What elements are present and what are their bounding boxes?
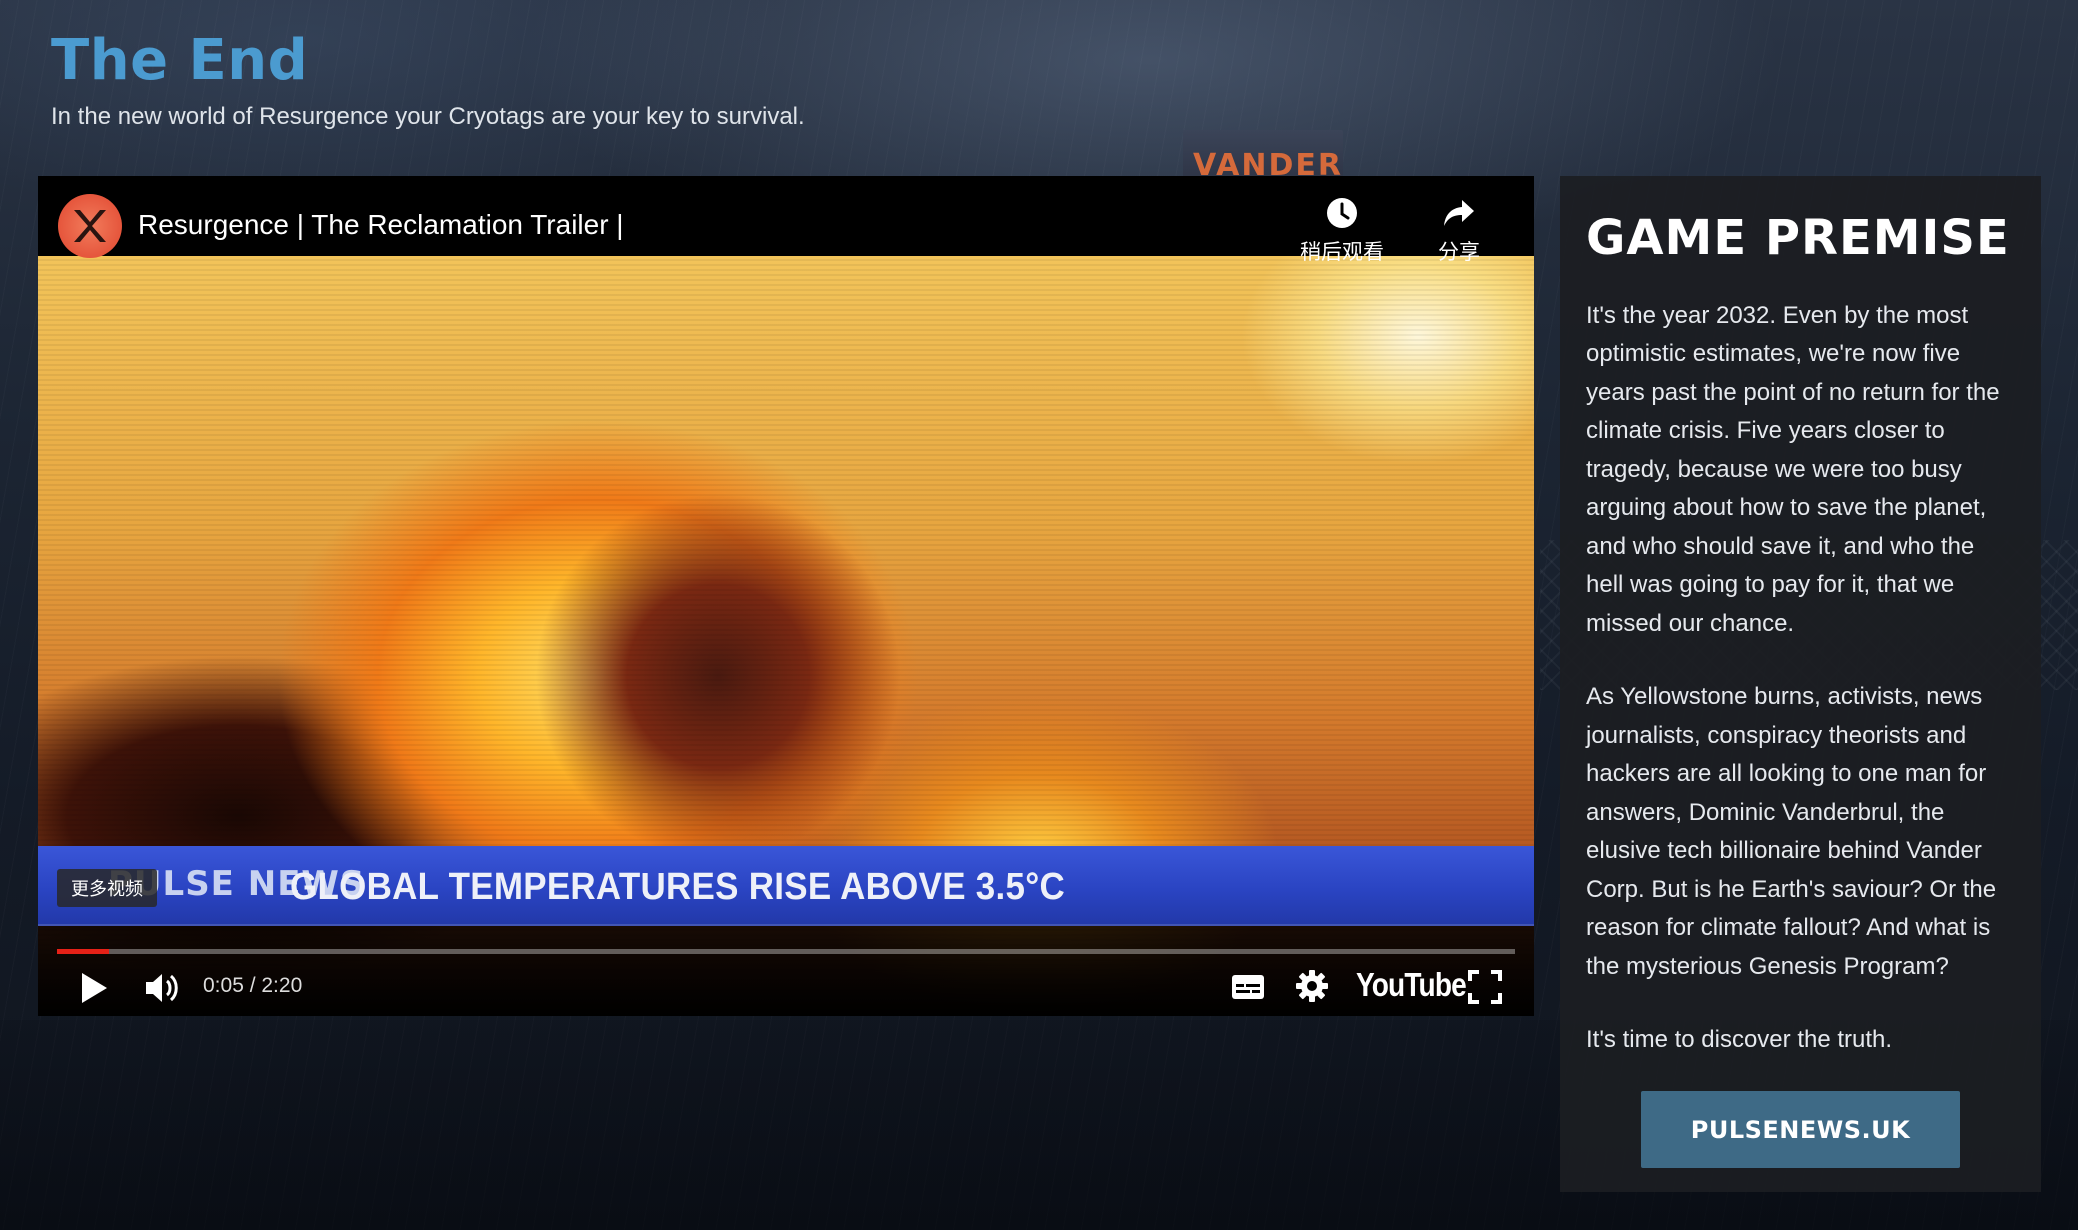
more-videos-button[interactable]: 更多视频 xyxy=(57,869,157,907)
play-icon[interactable] xyxy=(78,970,110,1006)
page-subtitle: In the new world of Resurgence your Cryo… xyxy=(51,103,805,130)
fullscreen-icon[interactable] xyxy=(1468,970,1502,1004)
premise-paragraph-1: It's the year 2032. Even by the most opt… xyxy=(1586,301,2000,637)
watch-later-label: 稍后观看 xyxy=(1300,240,1384,264)
news-banner: PULSE NEWS GLOBAL TEMPERATURES RISE ABOV… xyxy=(38,846,1534,926)
premise-paragraph-3: It's time to discover the truth. xyxy=(1586,1026,1893,1054)
youtube-logo[interactable]: YouTube xyxy=(1356,966,1467,1004)
settings-icon[interactable] xyxy=(1295,969,1329,1003)
volume-icon[interactable] xyxy=(142,968,182,1008)
channel-avatar[interactable] xyxy=(58,194,122,258)
share-icon xyxy=(1444,200,1474,226)
player-topbar: Resurgence | The Reclamation Trailer | 稍… xyxy=(38,176,1534,264)
channel-logo-icon xyxy=(74,210,106,242)
game-premise-panel: GAME PREMISE It's the year 2032. Even by… xyxy=(1560,176,2041,1192)
share-button[interactable]: 分享 xyxy=(1438,196,1480,266)
premise-paragraph-2: As Yellowstone burns, activists, news jo… xyxy=(1586,683,1997,980)
panel-title: GAME PREMISE xyxy=(1586,210,2010,266)
page-title: The End xyxy=(51,28,309,93)
video-player[interactable]: Resurgence | The Reclamation Trailer | 稍… xyxy=(38,176,1534,1016)
pulsenews-button[interactable]: PULSENEWS.UK xyxy=(1641,1091,1960,1168)
clock-icon xyxy=(1327,198,1357,228)
subtitles-icon[interactable] xyxy=(1231,973,1265,1001)
video-title[interactable]: Resurgence | The Reclamation Trailer | xyxy=(138,209,624,241)
time-readout: 0:05 / 2:20 xyxy=(203,974,303,997)
progress-fill xyxy=(57,949,110,954)
share-label: 分享 xyxy=(1438,240,1480,264)
watch-later-button[interactable]: 稍后观看 xyxy=(1300,196,1384,266)
progress-bar[interactable] xyxy=(57,949,1515,954)
news-headline: GLOBAL TEMPERATURES RISE ABOVE 3.5°C xyxy=(290,866,1066,908)
